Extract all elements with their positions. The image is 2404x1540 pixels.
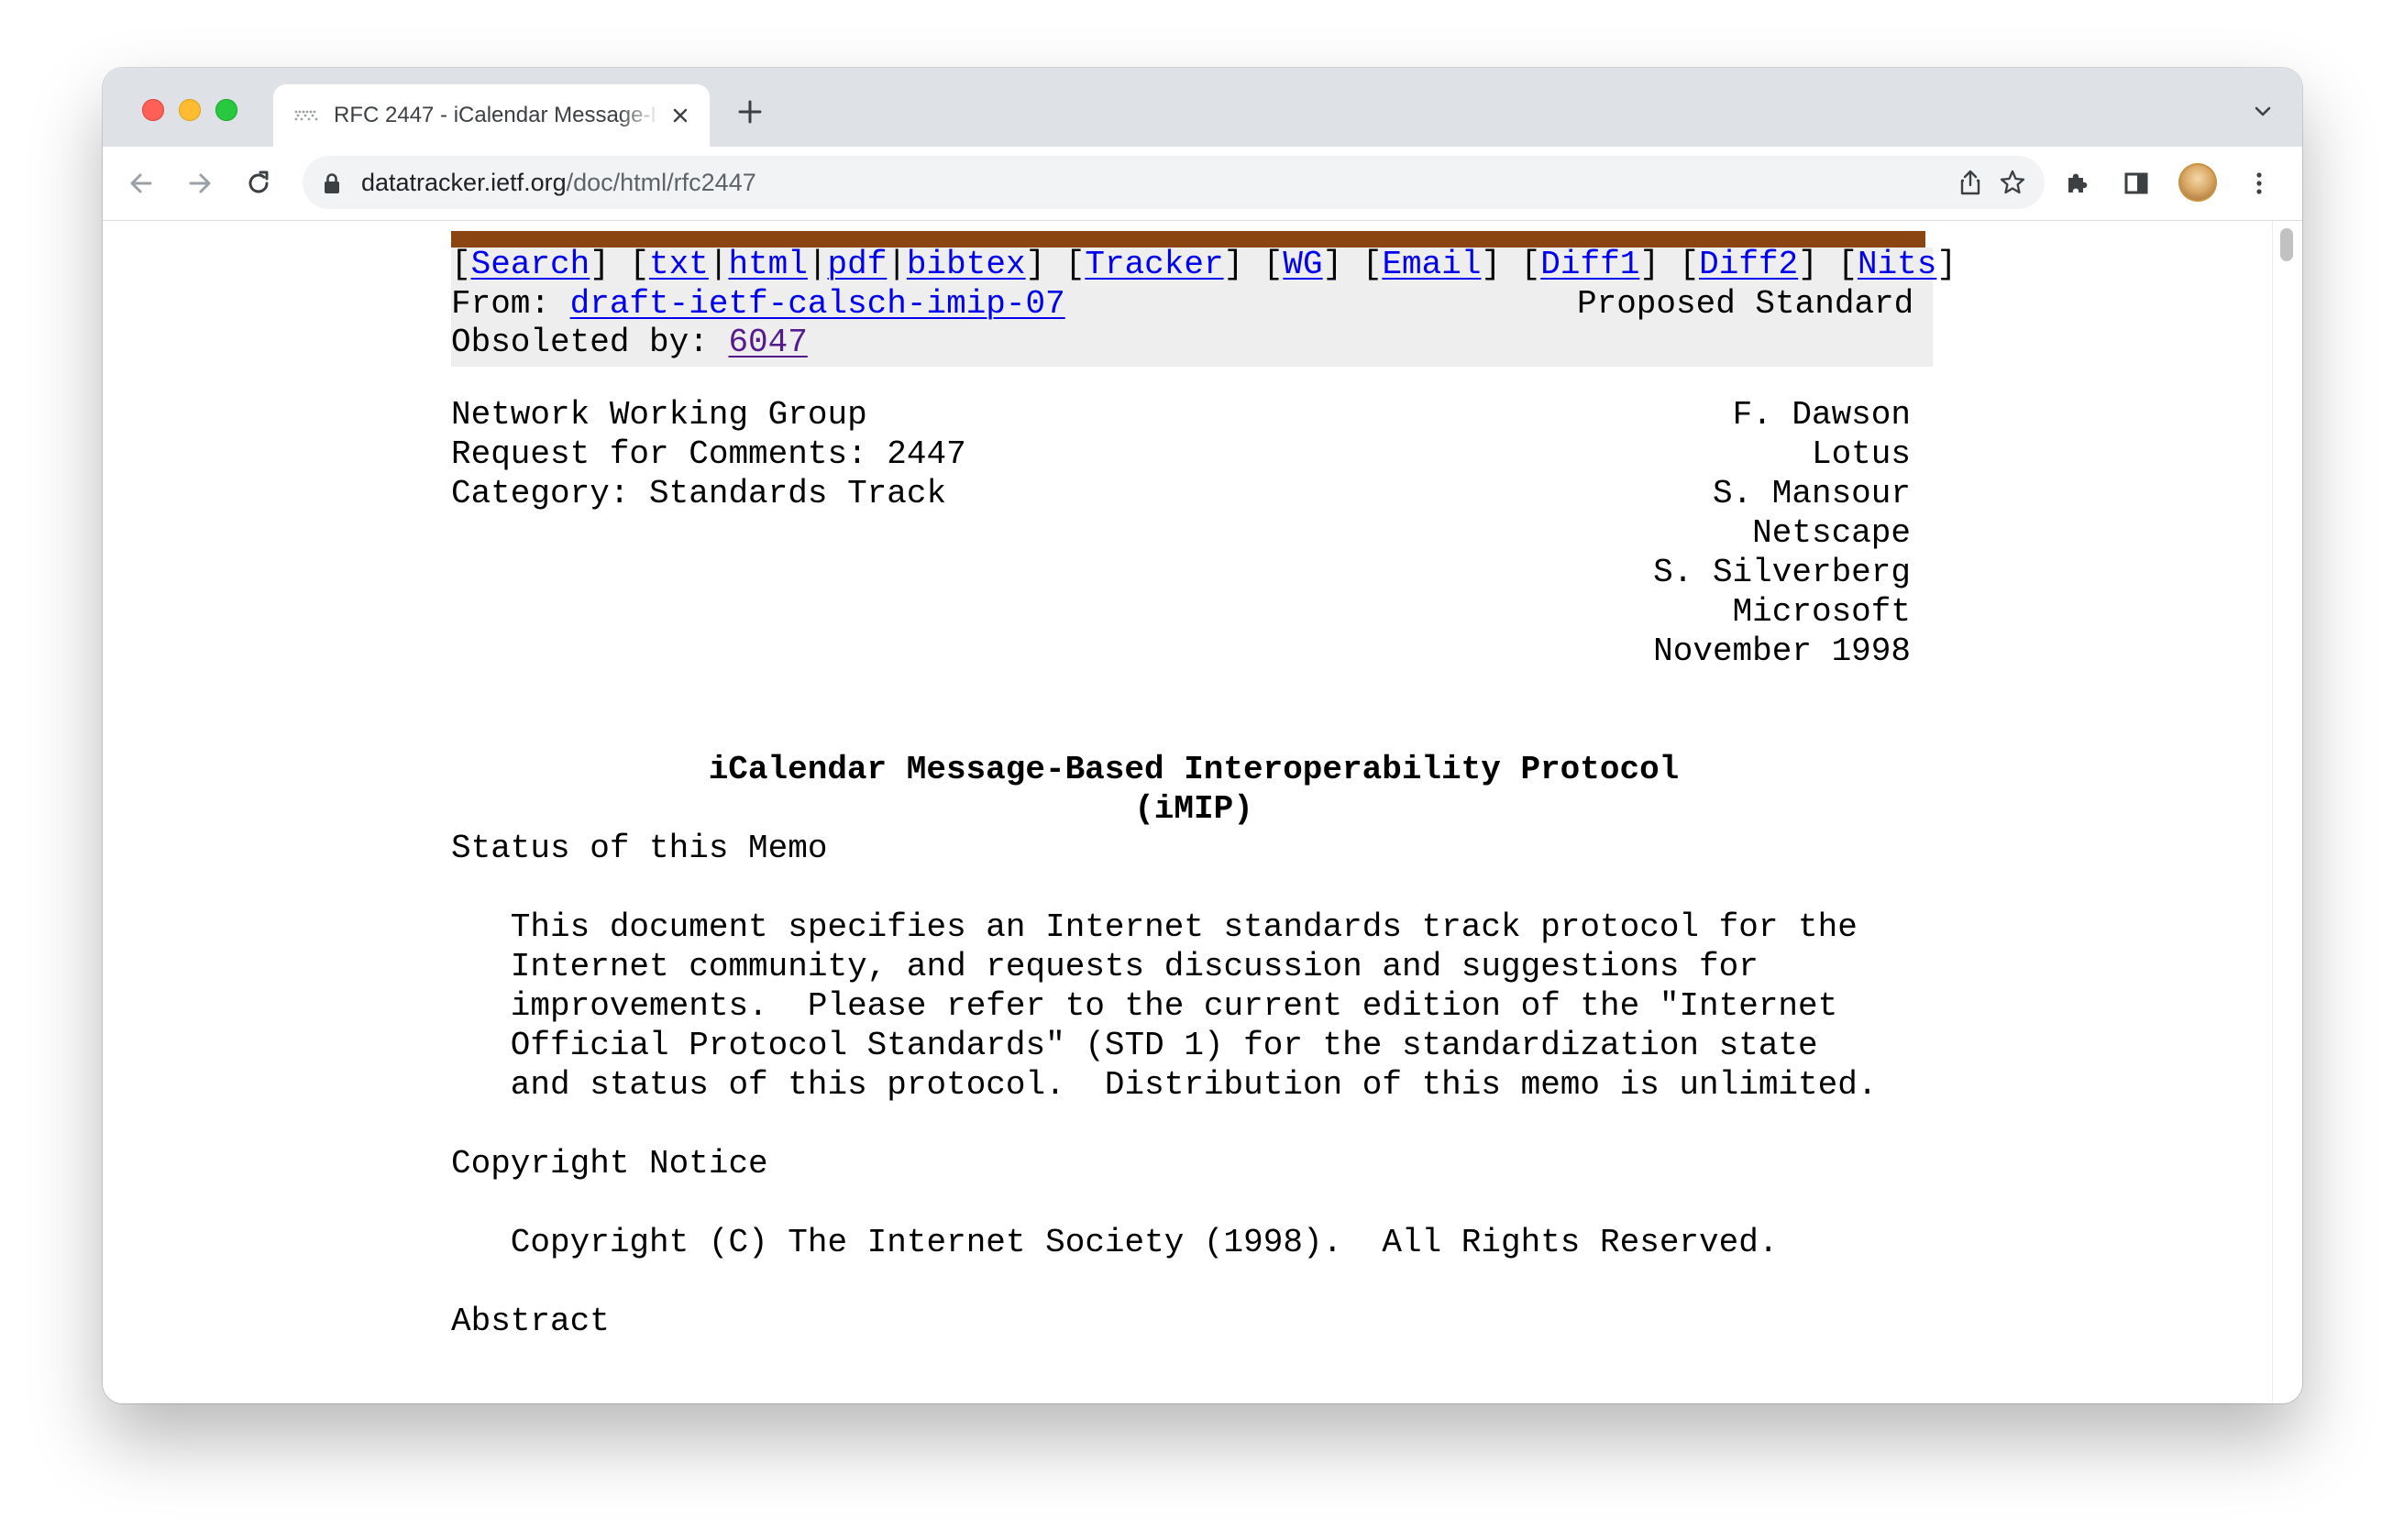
tab-strip: RFC 2447 - iCalendar Message-Based Inter… [103,68,2302,147]
link-html[interactable]: html [728,246,807,283]
link-pdf[interactable]: pdf [828,246,888,283]
ietf-favicon-icon [294,110,318,121]
scrollbar-thumb[interactable] [2280,228,2293,261]
puzzle-icon[interactable] [2061,167,2094,200]
section-heading-abstract: Abstract [451,1303,610,1340]
rfc-status-label: Proposed Standard [1577,285,1914,323]
link-tracker[interactable]: Tracker [1085,246,1223,283]
close-icon[interactable] [669,104,691,126]
header-right-line: Netscape [1752,514,1911,552]
screenshot-stage: RFC 2447 - iCalendar Message-Based Inter… [0,0,2404,1540]
header-right-line: November 1998 [1653,632,1911,670]
link-diff1[interactable]: Diff1 [1540,246,1639,283]
status-body-line: improvements. Please refer to the curren… [451,987,1838,1025]
link-search[interactable]: Search [471,246,590,283]
close-window-button[interactable] [142,99,164,121]
header-right-line: F. Dawson [1732,396,1911,434]
obsoleted-label: Obsoleted by: [451,324,729,361]
header-left-line: Request for Comments: 2447 [451,435,966,473]
link-diff2[interactable]: Diff2 [1699,246,1798,283]
rfc-title: iCalendar Message-Based Interoperability… [708,751,1680,788]
copyright-body: Copyright (C) The Internet Society (1998… [451,1224,1779,1261]
rfc-title-acronym: (iMIP) [1134,790,1253,828]
link-wg[interactable]: WG [1283,246,1322,283]
status-body-line: Official Protocol Standards" (STD 1) for… [451,1027,1818,1064]
plus-icon[interactable] [737,99,763,125]
status-body-line: This document specifies an Internet stan… [451,908,1858,946]
header-left-line: Category: Standards Track [451,475,947,512]
link-obsoleted-by[interactable]: 6047 [728,324,807,361]
star-icon[interactable] [1999,169,2026,196]
back-arrow-icon[interactable] [125,167,158,200]
rfc-obsoleted-line: Obsoleted by: 6047 [451,323,808,363]
rfc-nav-links: [Search] [txt|html|pdf|bibtex] [Tracker]… [451,246,1957,283]
url-host: datatracker.ietf.org [361,169,567,196]
status-body-line: Internet community, and requests discuss… [451,948,1759,985]
chevron-down-icon[interactable] [2253,101,2273,121]
share-icon[interactable] [1957,169,1984,196]
from-label: From: [451,285,570,323]
header-right-line: Microsoft [1732,593,1911,631]
header-right-line: S. Mansour [1712,475,1911,512]
header-right-line: S. Silverberg [1653,554,1911,591]
side-panel-icon[interactable] [2120,167,2153,200]
header-left-line: Network Working Group [451,396,867,434]
link-txt[interactable]: txt [649,246,709,283]
section-heading-copyright: Copyright Notice [451,1145,768,1182]
zoom-window-button[interactable] [215,99,237,121]
rfc-from-line: From: draft-ietf-calsch-imip-07 [451,284,1065,324]
link-draft[interactable]: draft-ietf-calsch-imip-07 [570,285,1065,323]
browser-toolbar: datatracker.ietf.org/doc/html/rfc2447 [103,147,2302,221]
url-path: /doc/html/rfc2447 [566,169,756,196]
tab-title: RFC 2447 - iCalendar Message-Based Inter… [334,103,655,127]
forward-arrow-icon[interactable] [183,167,216,200]
avatar[interactable] [2178,163,2217,202]
lock-icon[interactable] [323,172,341,194]
page-content: [Search] [txt|html|pdf|bibtex] [Tracker]… [103,221,2302,1403]
link-email[interactable]: Email [1382,246,1481,283]
reload-icon[interactable] [242,167,275,200]
section-heading-status: Status of this Memo [451,830,828,867]
link-nits[interactable]: Nits [1858,246,1936,283]
address-bar[interactable]: datatracker.ietf.org/doc/html/rfc2447 [303,156,2045,209]
header-right-line: Lotus [1811,435,1911,473]
kebab-menu-icon[interactable] [2243,167,2276,200]
scrollbar-track[interactable] [2272,221,2302,1403]
link-bibtex[interactable]: bibtex [907,246,1026,283]
browser-window: RFC 2447 - iCalendar Message-Based Inter… [103,68,2302,1403]
tab-title-fade [618,97,660,134]
tab-active[interactable]: RFC 2447 - iCalendar Message-Based Inter… [273,84,710,147]
url-text[interactable]: datatracker.ietf.org/doc/html/rfc2447 [361,169,756,196]
status-body-line: and status of this protocol. Distributio… [451,1066,1878,1104]
minimize-window-button[interactable] [179,99,201,121]
